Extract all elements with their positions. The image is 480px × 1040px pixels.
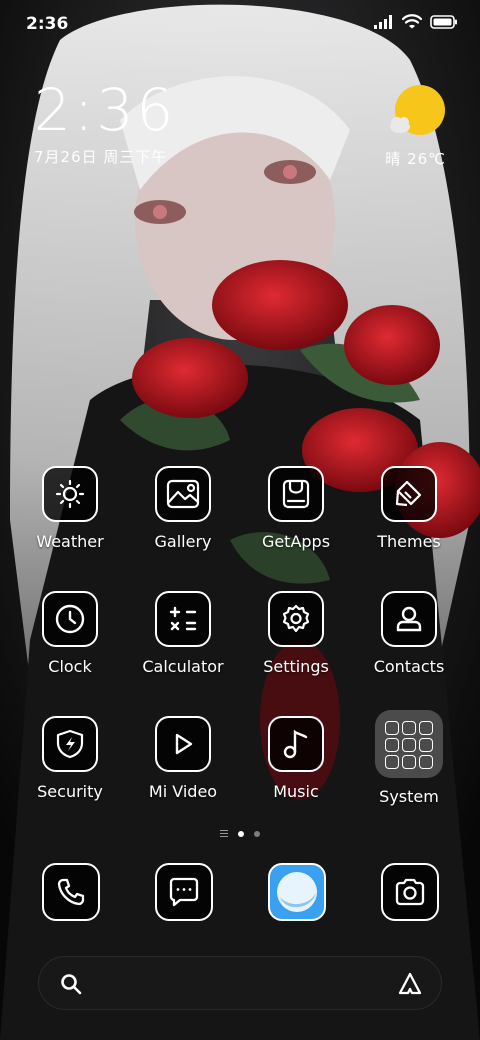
- weather-text: 晴 26℃: [385, 150, 446, 168]
- status-time: 2:36: [26, 14, 69, 34]
- app-label: Weather: [36, 532, 104, 551]
- app-contacts[interactable]: Contacts: [354, 591, 464, 676]
- folder-app-icon: [402, 721, 416, 735]
- folder-app-icon: [402, 738, 416, 752]
- app-label: Mi Video: [148, 782, 218, 801]
- app-label: System: [379, 787, 439, 806]
- signal-icon: [374, 14, 392, 29]
- phone-icon: [42, 863, 100, 921]
- clock-time: 2:36: [34, 76, 177, 144]
- gallery-icon: [155, 466, 211, 522]
- app-mi-video[interactable]: Mi Video: [128, 716, 238, 801]
- security-icon: [42, 716, 98, 772]
- dock-phone[interactable]: [41, 863, 101, 923]
- folder-app-icon: [385, 738, 399, 752]
- dock-camera[interactable]: [380, 863, 440, 923]
- app-weather[interactable]: Weather: [15, 466, 125, 551]
- contacts-icon: [381, 591, 437, 647]
- weather-icon: [42, 466, 98, 522]
- status-icons: [374, 14, 458, 29]
- getapps-icon: [268, 466, 324, 522]
- app-getapps[interactable]: GetApps: [241, 466, 351, 551]
- sun-cloud-icon: [386, 84, 446, 144]
- clock-widget[interactable]: 2:36 7月26日 周三下午: [34, 78, 176, 167]
- clock-icon: [42, 591, 98, 647]
- folder-app-icon: [419, 755, 433, 769]
- search-icon: [61, 974, 82, 995]
- app-label: Calculator: [142, 657, 224, 676]
- page-indicator[interactable]: [0, 830, 480, 837]
- app-calculator[interactable]: Calculator: [128, 591, 238, 676]
- dock-messages[interactable]: [154, 863, 214, 923]
- app-system-folder[interactable]: System: [354, 710, 464, 806]
- themes-icon: [381, 466, 437, 522]
- folder-app-icon: [419, 721, 433, 735]
- status-bar: 2:36: [0, 0, 480, 50]
- app-label: Security: [37, 782, 103, 801]
- page-dot-active: [238, 830, 244, 837]
- calculator-icon: [155, 591, 211, 647]
- app-gallery[interactable]: Gallery: [128, 466, 238, 551]
- battery-icon: [430, 14, 457, 29]
- app-label: Clock: [48, 657, 92, 676]
- folder-app-icon: [402, 755, 416, 769]
- messages-icon: [155, 863, 213, 921]
- assistant-icon[interactable]: [397, 971, 423, 997]
- search-bar[interactable]: [38, 956, 442, 1010]
- app-clock[interactable]: Clock: [15, 591, 125, 676]
- folder-app-icon: [385, 755, 399, 769]
- music-icon: [268, 716, 324, 772]
- folder-app-icon: [419, 738, 433, 752]
- folder-icon: [375, 710, 443, 778]
- app-themes[interactable]: Themes: [354, 466, 464, 551]
- clock-date: 7月26日 周三下午: [34, 148, 168, 166]
- app-music[interactable]: Music: [241, 716, 351, 801]
- browser-icon: [268, 863, 326, 921]
- app-label: Themes: [377, 532, 441, 551]
- camera-icon: [381, 863, 439, 921]
- app-label: GetApps: [261, 532, 331, 551]
- settings-icon: [268, 591, 324, 647]
- app-label: Contacts: [373, 657, 445, 676]
- app-settings[interactable]: Settings: [241, 591, 351, 676]
- app-security[interactable]: Security: [15, 716, 125, 801]
- dock-browser[interactable]: [267, 863, 327, 923]
- app-label: Settings: [263, 657, 329, 676]
- folder-app-icon: [385, 721, 399, 735]
- mi-video-icon: [155, 716, 211, 772]
- app-label: Music: [273, 782, 319, 801]
- page-dot: [254, 830, 260, 837]
- weather-widget[interactable]: 晴 26℃: [385, 84, 446, 169]
- wifi-icon: [402, 14, 422, 29]
- app-label: Gallery: [154, 532, 212, 551]
- page-list-icon: [220, 830, 228, 837]
